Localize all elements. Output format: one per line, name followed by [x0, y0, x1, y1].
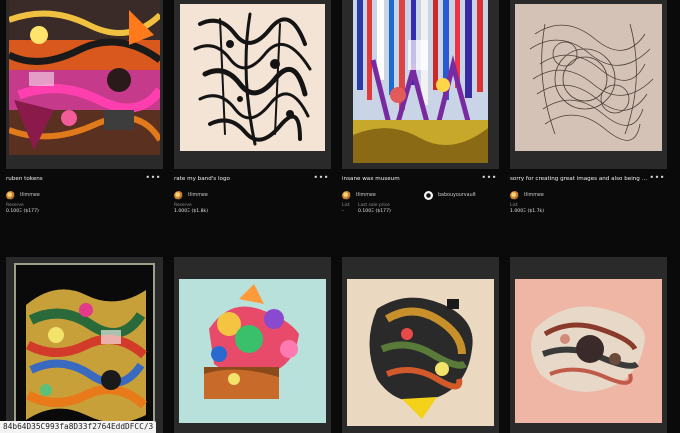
card-thumbnail[interactable] — [6, 257, 163, 433]
creator-avatar — [510, 190, 519, 200]
nest-collage-artwork — [515, 279, 662, 423]
list-price: List - — [342, 203, 350, 215]
creator-name: tlimmee — [524, 192, 544, 198]
last-sale-price: Last sale price 0.100Ξ ($177) — [358, 203, 391, 215]
list-price: List 1.000Ξ ($1.7k) — [510, 203, 544, 215]
nft-grid: ruben tokens ••• tlimmee Reserve 0.100Ξ … — [0, 0, 680, 433]
wax-museum-artwork — [353, 0, 488, 163]
creator-avatar — [6, 190, 15, 200]
card-thumbnail[interactable] — [174, 257, 331, 433]
more-options-icon[interactable]: ••• — [145, 173, 161, 182]
creator[interactable]: tlimmee — [342, 190, 376, 200]
card-title[interactable]: ruben tokens — [6, 176, 146, 182]
more-options-icon[interactable]: ••• — [481, 173, 497, 182]
link-status-bar: 84b64D35C993fa8D33f2764EddDFCC/3 — [0, 421, 157, 433]
creator[interactable]: tlimmee — [174, 190, 208, 200]
reserve-price: Reserve 0.100Ξ ($177) — [6, 203, 39, 215]
card-thumbnail[interactable] — [342, 257, 499, 433]
card-thumbnail[interactable] — [342, 0, 499, 169]
ink-drawing-artwork — [180, 4, 325, 151]
collage-artwork — [9, 0, 160, 155]
creator-name: tlimmee — [356, 192, 376, 198]
owner-name: babouyourvault — [438, 192, 476, 198]
price-value: 1.000Ξ ($1.8k) — [174, 209, 208, 214]
creator-avatar — [342, 190, 351, 200]
card-title[interactable]: sorry for creating great images and also… — [510, 176, 650, 182]
more-options-icon[interactable]: ••• — [313, 173, 329, 182]
card-thumbnail[interactable] — [510, 257, 667, 433]
floral-collage-artwork — [179, 279, 326, 423]
dense-collage-artwork — [14, 263, 155, 433]
card-thumbnail[interactable] — [510, 0, 667, 169]
creator[interactable]: tlimmee — [510, 190, 544, 200]
more-options-icon[interactable]: ••• — [649, 173, 665, 182]
line-sketch-artwork — [515, 4, 662, 151]
reserve-price: Reserve 1.000Ξ ($1.8k) — [174, 203, 208, 215]
creator-name: tlimmee — [188, 192, 208, 198]
creator-name: tlimmee — [20, 192, 40, 198]
sale-value: 0.100Ξ ($177) — [358, 209, 391, 214]
card-title[interactable]: rate my band's logo — [174, 176, 314, 182]
price-value: 0.100Ξ ($177) — [6, 209, 39, 214]
creator-avatar — [174, 190, 183, 200]
fragment-collage-artwork — [347, 279, 494, 426]
owner[interactable]: babouyourvault — [424, 190, 476, 200]
price-value: 1.000Ξ ($1.7k) — [510, 209, 544, 214]
card-thumbnail[interactable] — [174, 0, 331, 169]
card-title[interactable]: insane wax museum — [342, 176, 482, 182]
card-thumbnail[interactable] — [6, 0, 163, 169]
owner-avatar — [424, 190, 433, 200]
price-value: - — [342, 209, 344, 214]
creator[interactable]: tlimmee — [6, 190, 40, 200]
